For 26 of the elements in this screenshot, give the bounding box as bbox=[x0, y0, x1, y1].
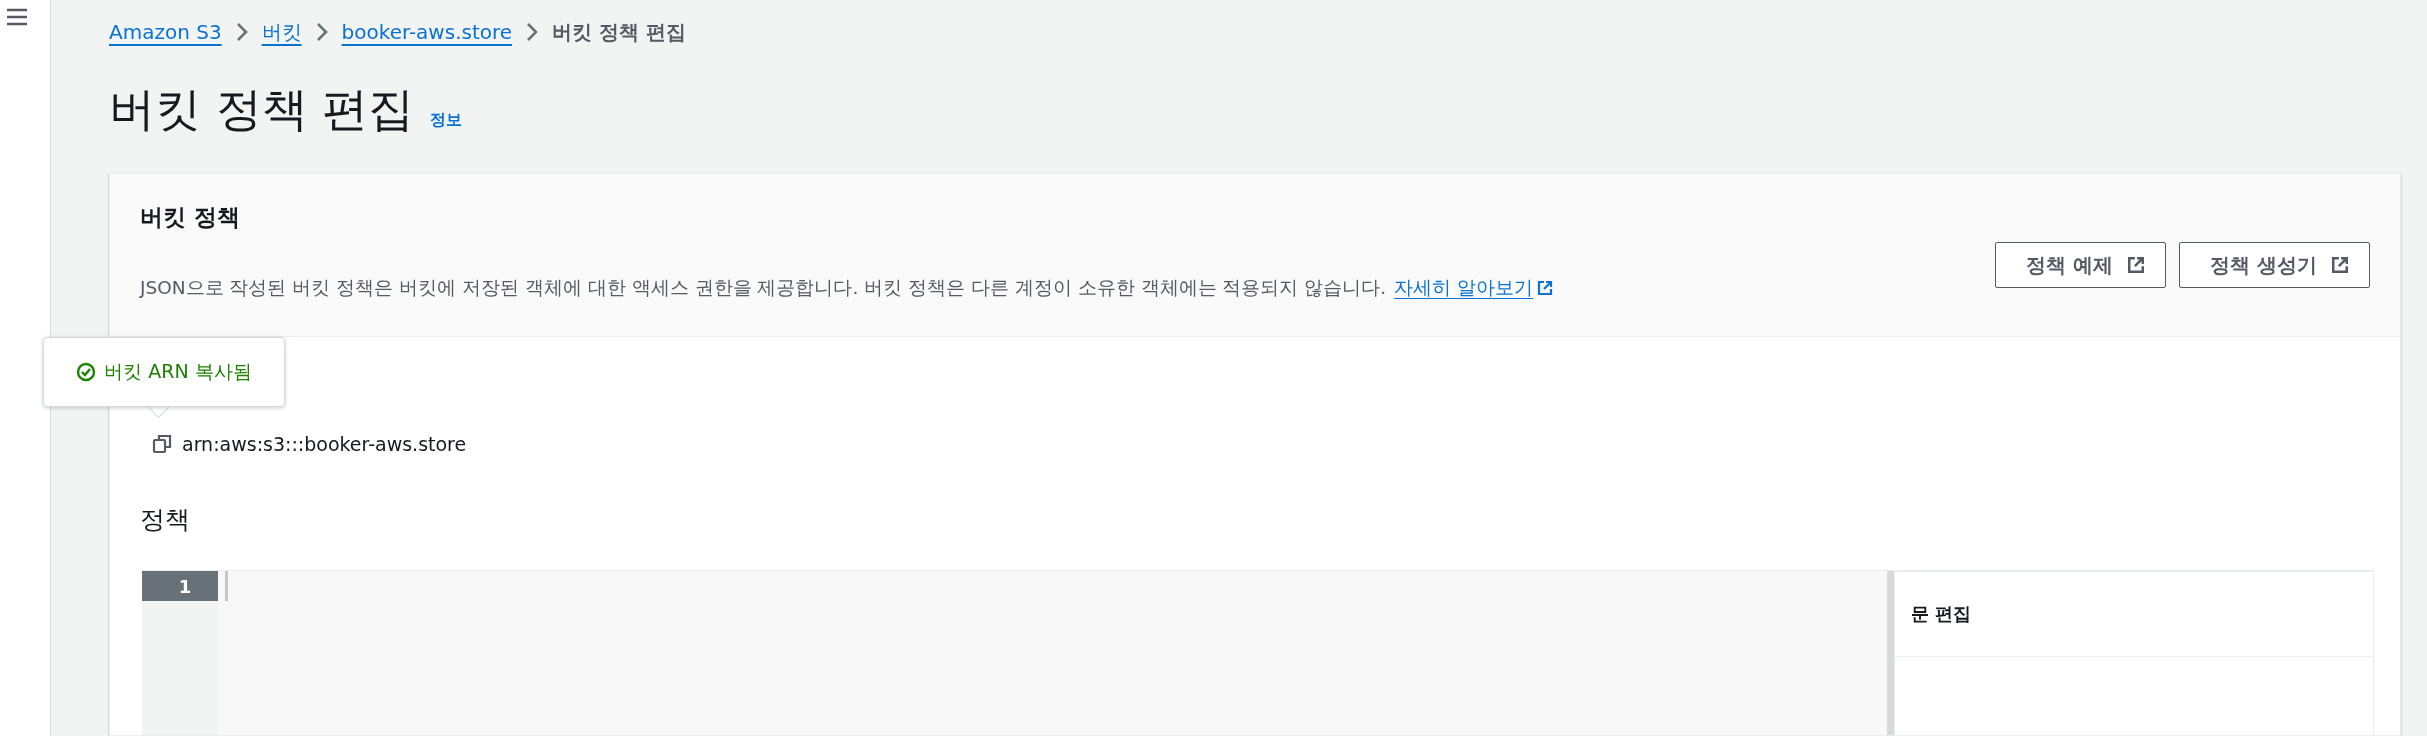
menu-button[interactable] bbox=[6, 8, 28, 26]
text-cursor bbox=[225, 571, 228, 602]
info-link[interactable]: 정보 bbox=[430, 110, 463, 131]
panel-title: 문 편집 bbox=[1911, 602, 1972, 627]
card-description: JSON으로 작성된 버킷 정책은 버킷에 저장된 객체에 대한 액세스 권한을 제공합니다. 버킷 정책은 다른 계정이 소유한 객체에는 적용되지 않습니다. bbox=[140, 276, 1387, 301]
learn-more-link[interactable]: 자세히 알아보기 bbox=[1394, 275, 1554, 301]
card-title: 버킷 정책 bbox=[140, 203, 241, 233]
breadcrumb-link[interactable]: Amazon S3 bbox=[109, 20, 222, 44]
bucket-arn: arn:aws:s3:::booker-aws.store bbox=[182, 433, 467, 456]
external-link-icon bbox=[2331, 256, 2349, 275]
external-link-button[interactable]: 정책 예제 bbox=[1995, 242, 2167, 289]
copy-icon[interactable] bbox=[152, 434, 172, 455]
chevron-right-icon bbox=[526, 22, 539, 42]
chevron-right-icon bbox=[315, 22, 328, 42]
chevron-right-icon bbox=[235, 22, 248, 42]
tooltip-text: 버킷 ARN 복사됨 bbox=[104, 359, 252, 384]
external-link-icon bbox=[1537, 279, 1554, 296]
line-number: 1 bbox=[142, 571, 218, 602]
breadcrumb-current: 버킷 정책 편집 bbox=[552, 18, 687, 46]
external-link-icon bbox=[2127, 256, 2146, 275]
breadcrumb-link[interactable]: 버킷 bbox=[261, 18, 302, 46]
page-title: 버킷 정책 편집 bbox=[109, 82, 415, 138]
external-link-button[interactable]: 정책 생성기 bbox=[2179, 242, 2370, 289]
check-circle-icon bbox=[76, 362, 97, 382]
section-heading: 정책 bbox=[140, 504, 191, 537]
breadcrumb-link[interactable]: booker-aws.store bbox=[341, 20, 513, 44]
